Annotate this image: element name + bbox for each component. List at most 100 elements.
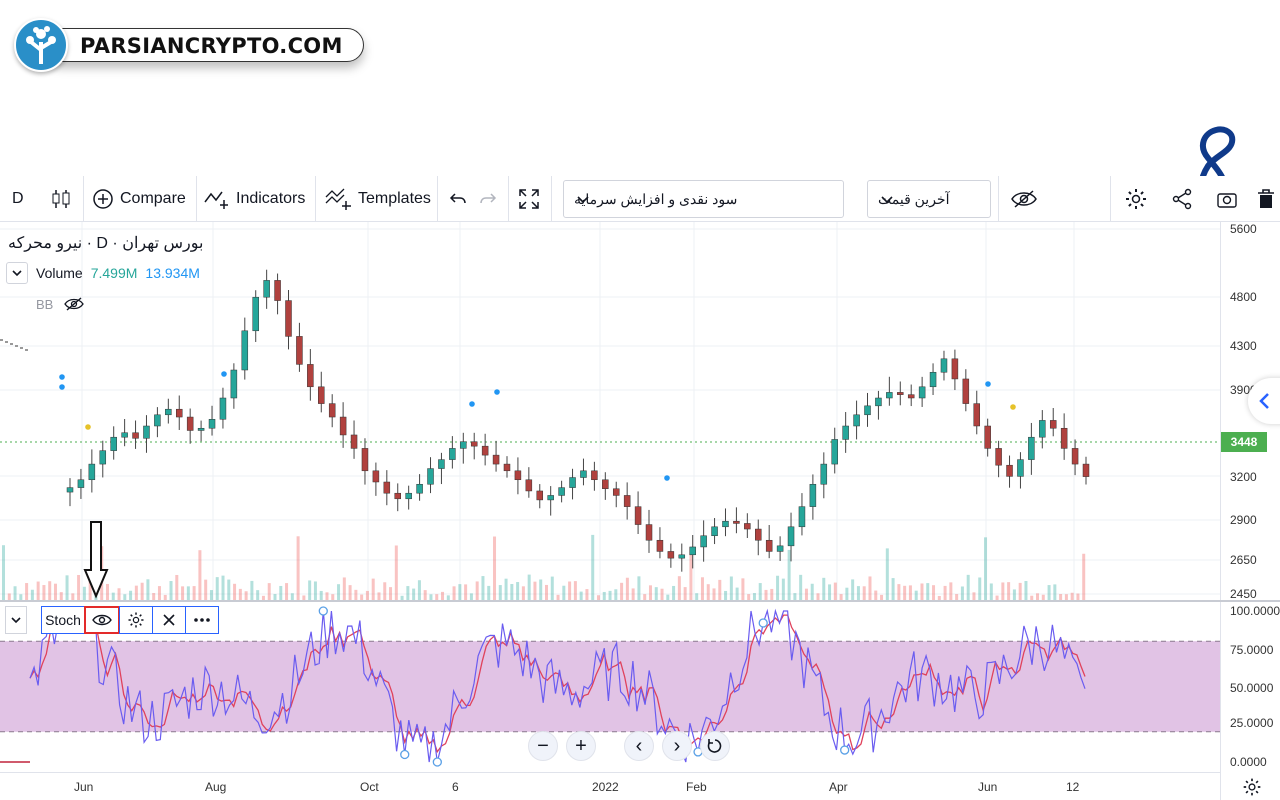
stoch-remove-button[interactable] xyxy=(152,606,186,634)
candle-body xyxy=(864,405,871,416)
more-icon xyxy=(194,618,210,622)
signal-dot xyxy=(221,371,227,377)
redo-icon xyxy=(480,193,497,204)
volume-bar xyxy=(833,582,837,600)
candle-body xyxy=(591,470,598,481)
volume-bar xyxy=(527,574,531,600)
volume-bar xyxy=(42,585,46,600)
volume-bar xyxy=(36,581,40,600)
compare-button[interactable]: Compare xyxy=(92,176,186,222)
candle-body xyxy=(744,523,751,530)
share-button[interactable] xyxy=(1171,176,1193,222)
candle-body xyxy=(416,483,423,494)
hide-drawings-button[interactable] xyxy=(1010,176,1038,222)
volume-bar xyxy=(932,585,936,600)
price-tick-label: 5600 xyxy=(1230,222,1257,236)
undo-button[interactable] xyxy=(448,176,468,222)
volume-bar xyxy=(111,592,115,600)
templates-button[interactable]: Templates xyxy=(324,176,431,222)
zoom-in-button[interactable]: + xyxy=(566,731,596,761)
volume-bar xyxy=(776,575,780,600)
snapshot-button[interactable] xyxy=(1216,176,1238,222)
candle-body xyxy=(154,414,161,427)
candle-body xyxy=(405,492,412,500)
chart-type-button[interactable] xyxy=(50,176,72,222)
volume-bar xyxy=(926,583,930,600)
interval-button[interactable]: D xyxy=(12,176,24,222)
volume-bar xyxy=(908,585,912,600)
candle-body xyxy=(623,495,631,507)
volume-bar xyxy=(533,581,537,600)
volume-bar xyxy=(117,588,121,600)
volume-bar xyxy=(972,592,976,600)
symbol-dropdown[interactable]: سود نقدی و افزایش سرمایه xyxy=(563,180,844,218)
price-type-dropdown[interactable]: آخرین قیمت xyxy=(867,180,991,218)
scroll-left-button[interactable]: ‹ xyxy=(624,731,654,761)
indicators-button[interactable]: Indicators xyxy=(204,176,305,222)
indicators-label: Indicators xyxy=(236,190,306,207)
redo-button[interactable] xyxy=(478,176,498,222)
volume-bar xyxy=(30,589,34,600)
settings-button[interactable] xyxy=(1124,176,1148,222)
interval-label: D xyxy=(12,190,24,207)
candles-icon xyxy=(52,190,70,208)
chevron-down-icon xyxy=(11,617,21,624)
volume-bar xyxy=(1053,584,1057,600)
bb-label: BB xyxy=(36,296,54,312)
volume-bar xyxy=(510,584,514,600)
candle-body xyxy=(962,378,970,404)
collapse-stoch-button[interactable] xyxy=(5,606,27,634)
candle-body xyxy=(536,490,544,501)
stoch-visibility-button[interactable] xyxy=(84,606,120,634)
volume-bar xyxy=(487,585,491,600)
eye-off-icon[interactable] xyxy=(63,295,85,313)
delete-button[interactable] xyxy=(1256,176,1276,222)
gear-icon[interactable] xyxy=(1242,777,1262,797)
volume-bar xyxy=(204,579,208,600)
volume-bar xyxy=(735,587,739,600)
price-axis[interactable] xyxy=(1220,222,1280,800)
time-tick-label: Feb xyxy=(686,780,707,794)
candle-body xyxy=(995,448,1002,466)
volume-bar xyxy=(920,583,924,600)
candle-body xyxy=(951,358,959,380)
time-tick-label: Aug xyxy=(205,780,227,794)
candle-body xyxy=(361,448,369,472)
volume-bar xyxy=(244,591,248,600)
reset-chart-button[interactable] xyxy=(700,731,730,761)
candle-body xyxy=(503,463,511,472)
volume-bar xyxy=(175,574,179,600)
collapse-legend-button[interactable] xyxy=(6,262,28,284)
candle-body xyxy=(787,526,795,547)
volume-bar xyxy=(804,588,808,600)
signal-dot xyxy=(85,424,91,430)
stoch-more-button[interactable] xyxy=(185,606,219,634)
volume-bar xyxy=(441,591,445,600)
price-tick-label: 2900 xyxy=(1230,513,1257,527)
candle-body xyxy=(383,481,391,494)
candle-body xyxy=(252,296,259,332)
scroll-right-button[interactable]: › xyxy=(662,731,692,761)
fullscreen-button[interactable] xyxy=(518,176,540,222)
chart-legend-title: بورس تهران · D · نیرو محرکه xyxy=(8,235,204,252)
volume-bar xyxy=(608,590,612,600)
volume-bar xyxy=(521,586,525,600)
stoch-signal-circle xyxy=(400,749,410,760)
zoom-out-button[interactable]: − xyxy=(528,731,558,761)
camera-icon xyxy=(1217,193,1237,208)
candle-body xyxy=(307,364,314,388)
time-tick-label: Oct xyxy=(360,780,379,794)
volume-bar xyxy=(660,588,664,600)
volume-bar xyxy=(181,586,185,600)
volume-bar xyxy=(1007,582,1011,600)
volume-bar xyxy=(672,585,676,600)
zoom-controls: − + xyxy=(528,731,596,761)
eye-off-icon xyxy=(1011,190,1037,208)
volume-bar xyxy=(348,585,352,600)
close-icon xyxy=(163,614,175,626)
current-price-tag: 3448 xyxy=(1221,432,1267,452)
candle-body xyxy=(755,528,762,541)
stoch-settings-button[interactable] xyxy=(119,606,153,634)
candle-body xyxy=(907,394,915,399)
volume-bar xyxy=(475,581,479,600)
